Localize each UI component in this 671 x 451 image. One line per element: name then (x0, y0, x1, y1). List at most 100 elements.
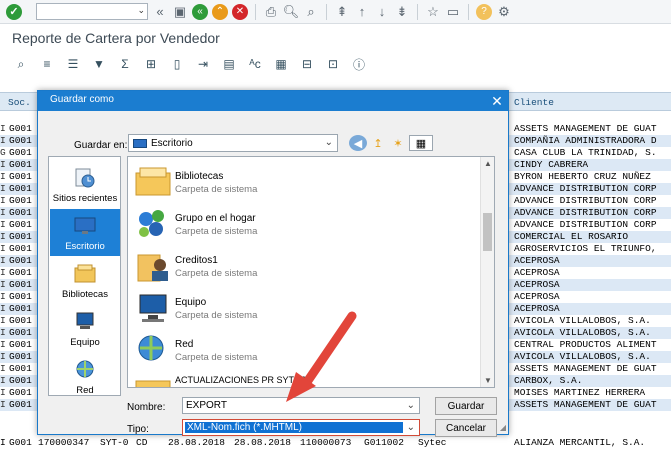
new-session-icon[interactable]: ☆ (425, 4, 441, 20)
screen: { "report": { "title": "Reporte de Carte… (0, 0, 671, 451)
file-type-dropdown[interactable]: XML-Nom.fich (*.MHTML) ⌄ (182, 419, 420, 436)
place-computer[interactable]: Equipo (50, 305, 120, 352)
type-label: Tipo: (127, 424, 149, 435)
print-preview-icon[interactable]: ▯ (168, 56, 186, 72)
row-cliente: CARBOX, S.A. (514, 375, 583, 386)
chevron-down-icon[interactable]: ⌄ (325, 137, 333, 148)
print-icon[interactable]: ⎙ (263, 4, 279, 20)
save-button[interactable]: Guardar (435, 397, 497, 415)
save-icon[interactable]: ▣ (172, 4, 188, 20)
details-icon[interactable]: ⌕ (12, 56, 30, 72)
row-soc: G001 (9, 303, 32, 314)
filter-icon[interactable]: ▼ (90, 56, 108, 72)
view-menu-icon[interactable]: ▦ (409, 135, 433, 151)
next-page-icon[interactable]: ↓ (374, 4, 390, 20)
back-icon[interactable]: « (192, 3, 208, 20)
row-mark: I (0, 267, 6, 278)
row-clase: SYT-0 (100, 437, 129, 448)
place-label: Bibliotecas (62, 289, 108, 300)
row-cliente: AVICOLA VILLALOBOS, S.A. (514, 351, 651, 362)
info-icon[interactable]: ⓘ (350, 56, 368, 72)
help-icon[interactable]: ? (476, 3, 492, 20)
row-cliente: ALIANZA MERCANTIL, S.A. (514, 437, 646, 448)
list-item[interactable]: Grupo en el hogar Carpeta de sistema (132, 203, 472, 245)
cancel-icon[interactable]: ✕ (232, 3, 248, 20)
back-arrow-icon[interactable]: ◀ (349, 135, 367, 151)
header-soc[interactable]: Soc. (8, 97, 31, 108)
resize-grip-icon[interactable]: ◢ (500, 423, 506, 432)
list-item[interactable]: Bibliotecas Carpeta de sistema (132, 161, 472, 203)
row-soc: G001 (9, 279, 32, 290)
row-fecha2: 28.08.2018 (234, 437, 292, 448)
chevron-down-icon[interactable]: ⌄ (407, 400, 415, 411)
row-cliente: ASSETS MANAGEMENT DE GUAT (514, 363, 657, 374)
file-name: Red (175, 339, 194, 350)
place-label: Red (76, 385, 94, 396)
new-folder-icon[interactable]: ✶ (389, 135, 407, 151)
row-cliente: ACEPROSA (514, 303, 560, 314)
place-desktop[interactable]: Escritorio (50, 209, 120, 256)
sort-descending-icon[interactable]: ☰ (64, 56, 82, 72)
cancel-button[interactable]: Cancelar (435, 419, 497, 437)
list-item[interactable]: Equipo Carpeta de sistema (132, 287, 472, 329)
row-cliente: AVICOLA VILLALOBOS, S.A. (514, 315, 651, 326)
select-layout-icon[interactable]: ⊟ (298, 56, 316, 72)
subtotal-icon[interactable]: ⊞ (142, 56, 160, 72)
row-soc: G001 (9, 267, 32, 278)
change-layout-icon[interactable]: ▦ (272, 56, 290, 72)
gear-icon[interactable]: ⚙ (496, 4, 512, 20)
recent-places-icon (75, 168, 95, 188)
row-cliente: ACEPROSA (514, 255, 560, 266)
row-soc: G001 (9, 147, 32, 158)
exit-icon[interactable]: ⌃ (212, 3, 228, 20)
file-name: Equipo (175, 297, 207, 308)
chevron-down-icon[interactable]: ⌄ (407, 422, 415, 433)
save-layout-icon[interactable]: ⊡ (324, 56, 342, 72)
sort-ascending-icon[interactable]: ≡ (38, 56, 56, 72)
scroll-down-icon[interactable]: ▼ (484, 376, 492, 385)
first-page-icon[interactable]: ⇞ (334, 4, 350, 20)
up-folder-icon[interactable]: ↥ (369, 135, 387, 151)
vertical-scrollbar[interactable]: ▲ ▼ (480, 157, 494, 387)
sum-icon[interactable]: Σ (116, 56, 134, 72)
word-processing-icon[interactable]: ▤ (220, 56, 238, 72)
export-icon[interactable]: ⇥ (194, 56, 212, 72)
enter-checkmark-icon[interactable]: ✓ (6, 3, 22, 20)
row-soc: G001 (9, 351, 32, 362)
close-icon[interactable]: ✕ (486, 91, 508, 111)
save-in-dropdown[interactable]: Escritorio ⌄ (128, 134, 338, 152)
place-recent[interactable]: Sitios recientes (50, 161, 120, 208)
list-item[interactable]: Creditos1 Carpeta de sistema (132, 245, 472, 287)
file-type-value: XML-Nom.fich (*.MHTML) (187, 422, 303, 433)
table-row[interactable]: I G001 170000347 SYT-0 CD 28.08.2018 28.… (0, 437, 671, 449)
chevron-down-icon[interactable]: ⌄ (137, 5, 145, 16)
header-cliente[interactable]: Cliente (514, 97, 554, 108)
place-network[interactable]: Red (50, 353, 120, 400)
shortcut-icon[interactable]: ▭ (445, 4, 461, 20)
list-item[interactable]: Red Carpeta de sistema (132, 329, 472, 371)
double-left-icon[interactable]: « (152, 4, 168, 20)
list-item[interactable]: ACTUALIZACIONES PR SYTEC (132, 371, 472, 387)
computer-icon (139, 294, 167, 322)
abc-icon[interactable]: ᴬc (246, 56, 264, 72)
scroll-up-icon[interactable]: ▲ (484, 159, 492, 168)
place-libraries[interactable]: Bibliotecas (50, 257, 120, 304)
toolbar-separator (326, 3, 327, 20)
command-field[interactable]: ⌄ (36, 3, 148, 20)
row-mark: I (0, 243, 6, 254)
row-mark: I (0, 171, 6, 182)
row-cliente: ASSETS MANAGEMENT DE GUAT (514, 399, 657, 410)
row-cliente: COMERCIAL EL ROSARIO (514, 231, 629, 242)
file-name-field[interactable]: EXPORT ⌄ (182, 397, 420, 414)
previous-page-icon[interactable]: ↑ (354, 4, 370, 20)
toolbar-separator (255, 3, 256, 20)
scrollbar-thumb[interactable] (483, 213, 492, 251)
row-mark: I (0, 183, 6, 194)
dialog-title-bar[interactable]: Guardar como ✕ (38, 91, 508, 111)
last-page-icon[interactable]: ⇟ (394, 4, 410, 20)
place-label: Equipo (70, 337, 100, 348)
desktop-icon (74, 217, 96, 234)
find-icon[interactable]: 🔍︎ (283, 4, 300, 20)
row-vend: G011002 (364, 437, 404, 448)
find-next-icon[interactable]: ⌕ (303, 4, 319, 20)
